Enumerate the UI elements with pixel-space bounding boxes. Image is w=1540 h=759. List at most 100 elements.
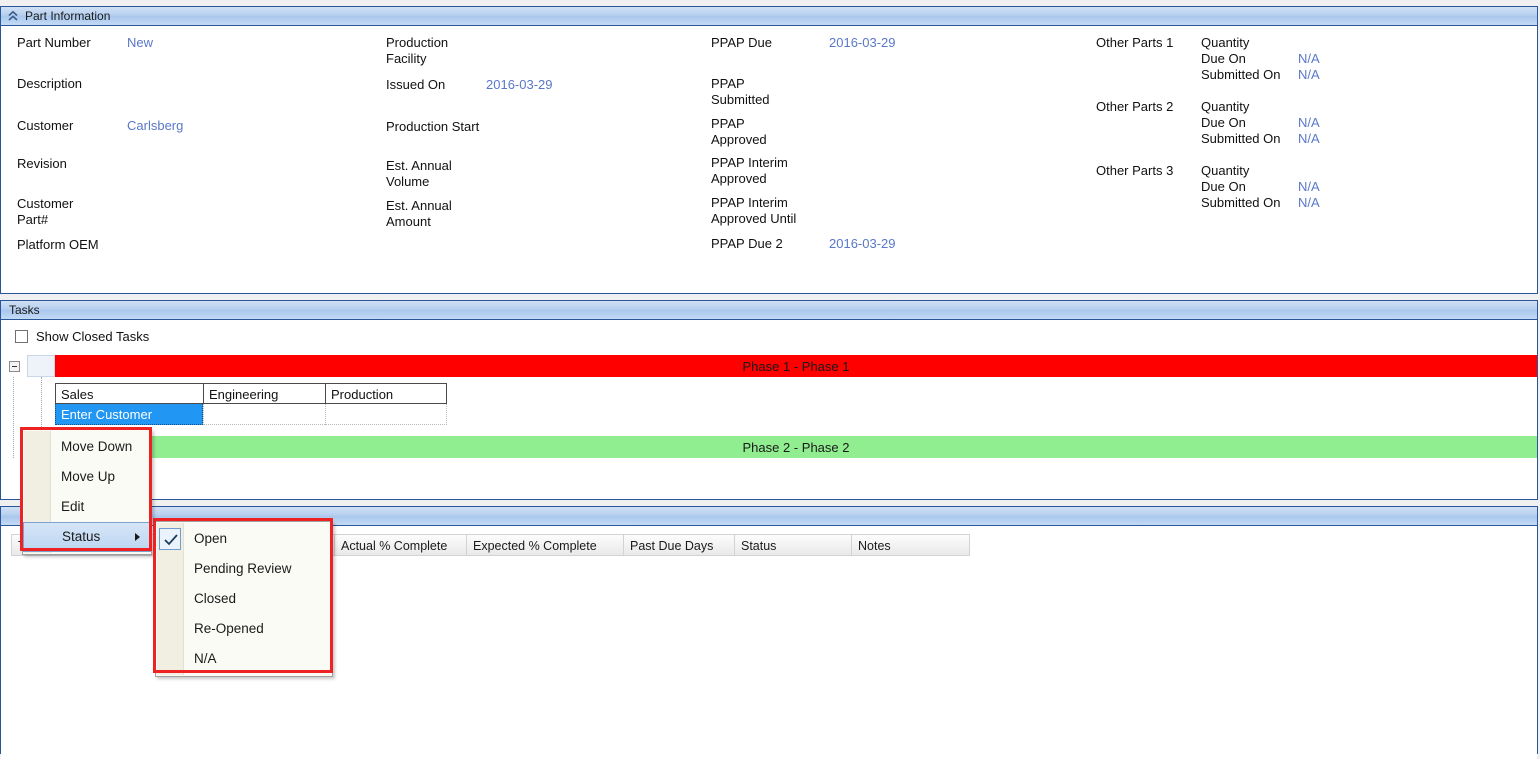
field-label: PPAP Due 2: [711, 236, 783, 251]
row-value[interactable]: N/A: [1298, 115, 1320, 131]
field-customer-part-number: Customer Part#: [17, 196, 386, 237]
field-part-number: Part Number New: [17, 35, 386, 76]
cell-engineering-task[interactable]: [203, 404, 325, 425]
column-header-production[interactable]: Production: [325, 383, 447, 404]
field-label: Issued On: [386, 77, 446, 92]
cell-production-task[interactable]: [325, 404, 447, 425]
status-submenu-item-pending-review[interactable]: Pending Review: [156, 554, 332, 584]
field-ppap-interim-approved-until: PPAP Interim Approved Until: [711, 195, 1096, 236]
field-est-annual-amount: Est. Annual Amount: [386, 198, 711, 230]
show-closed-tasks-row[interactable]: Show Closed Tasks: [1, 320, 1537, 344]
cell-sales-task[interactable]: Enter Customer: [55, 404, 203, 425]
phase-1-row[interactable]: Phase 1 - Phase 1: [1, 355, 1537, 377]
tasks-subgrid-header-row: Sales Engineering Production: [55, 383, 447, 404]
tasks-panel: Tasks Show Closed Tasks Phase 1 - Phase …: [0, 300, 1538, 500]
part-information-header[interactable]: Part Information: [1, 7, 1537, 26]
field-revision: Revision: [17, 156, 386, 196]
other-parts-label: Other Parts 1: [1096, 35, 1174, 50]
row-value[interactable]: N/A: [1298, 179, 1320, 195]
field-label: Platform OEM: [17, 237, 99, 252]
other-parts-due-on-row: Due On N/A: [1201, 51, 1320, 67]
column-header-engineering[interactable]: Engineering: [203, 383, 325, 404]
field-label: Part Number: [17, 35, 91, 50]
field-label: PPAP Approved: [711, 116, 767, 147]
status-submenu[interactable]: Open Pending Review Closed Re-Opened N/A: [155, 521, 333, 677]
field-ppap-interim-approved: PPAP Interim Approved: [711, 155, 1096, 195]
field-description: Description: [17, 76, 386, 118]
phase-2-bar[interactable]: Phase 2 - Phase 2: [55, 436, 1537, 458]
other-parts-due-on-row: Due On N/A: [1201, 115, 1320, 131]
field-label: Description: [17, 76, 83, 91]
field-ppap-due-2: PPAP Due 2 2016-03-29: [711, 236, 1096, 252]
field-label: Production Facility: [386, 35, 449, 66]
row-value[interactable]: N/A: [1298, 67, 1320, 83]
tasks-tree: Phase 1 - Phase 1 Sales Engineering Prod…: [1, 355, 1537, 458]
field-value[interactable]: New: [127, 35, 153, 51]
field-value[interactable]: 2016-03-29: [829, 236, 896, 252]
phase-1-expander-cell[interactable]: [1, 355, 27, 377]
field-label: PPAP Interim Approved: [711, 155, 788, 186]
chevron-double-up-icon[interactable]: [7, 10, 19, 23]
field-issued-on: Issued On 2016-03-29: [386, 77, 711, 119]
status-submenu-item-na[interactable]: N/A: [156, 644, 332, 674]
context-menu-item-status[interactable]: Status: [23, 522, 151, 552]
row-value[interactable]: N/A: [1298, 51, 1320, 67]
collapse-minus-icon[interactable]: [8, 360, 20, 372]
tasks-subgrid-row[interactable]: Enter Customer: [55, 404, 447, 425]
column-header-actual-percent-complete[interactable]: Actual % Complete: [335, 534, 467, 556]
field-label: Customer Part#: [17, 196, 74, 227]
other-parts-submitted-on-row: Submitted On N/A: [1201, 131, 1320, 147]
field-est-annual-volume: Est. Annual Volume: [386, 158, 711, 198]
field-production-facility: Production Facility: [386, 35, 711, 77]
column-header-notes[interactable]: Notes: [852, 534, 970, 556]
row-label: Due On: [1201, 115, 1246, 130]
part-information-title: Part Information: [25, 9, 111, 23]
other-parts-due-on-row: Due On N/A: [1201, 179, 1320, 195]
context-menu-item-edit[interactable]: Edit: [23, 492, 151, 522]
column-header-sales[interactable]: Sales: [55, 383, 203, 404]
other-parts-group-3: Other Parts 3 Quantity Due On N/A Submit…: [1096, 163, 1516, 211]
context-menu-item-status-label: Status: [62, 529, 101, 544]
column-header-expected-percent-complete[interactable]: Expected % Complete: [467, 534, 624, 556]
field-label: Est. Annual Amount: [386, 198, 452, 229]
field-label: Est. Annual Volume: [386, 158, 452, 189]
field-value[interactable]: 2016-03-29: [486, 77, 553, 93]
check-icon: [159, 528, 181, 550]
row-value[interactable]: N/A: [1298, 131, 1320, 147]
row-label: Quantity: [1201, 163, 1250, 178]
context-menu-item-move-down[interactable]: Move Down: [23, 432, 151, 462]
phase-1-bar[interactable]: Phase 1 - Phase 1: [55, 355, 1537, 377]
show-closed-tasks-label: Show Closed Tasks: [36, 329, 150, 344]
other-parts-quantity-row: Quantity: [1201, 35, 1320, 51]
row-label: Submitted On: [1201, 67, 1281, 82]
other-parts-group-1: Other Parts 1 Quantity Due On N/A Submit…: [1096, 35, 1516, 83]
show-closed-tasks-checkbox[interactable]: [15, 330, 28, 343]
field-value[interactable]: Carlsberg: [127, 118, 183, 134]
tasks-body: Show Closed Tasks Phase 1 - Phase 1 Sale…: [1, 320, 1537, 499]
field-label: PPAP Due: [711, 35, 772, 50]
other-parts-group-2: Other Parts 2 Quantity Due On N/A Submit…: [1096, 99, 1516, 147]
field-platform-oem: Platform OEM: [17, 237, 386, 253]
task-context-menu[interactable]: Move Down Move Up Edit Status: [22, 429, 152, 555]
context-menu-item-move-up[interactable]: Move Up: [23, 462, 151, 492]
tasks-subgrid: Sales Engineering Production Enter Custo…: [55, 383, 447, 425]
column-header-past-due-days[interactable]: Past Due Days: [624, 534, 735, 556]
status-submenu-item-re-opened[interactable]: Re-Opened: [156, 614, 332, 644]
column-header-status[interactable]: Status: [735, 534, 852, 556]
row-label: Submitted On: [1201, 195, 1281, 210]
row-label: Due On: [1201, 179, 1246, 194]
tasks-title: Tasks: [9, 303, 40, 317]
phase-1-indent-cell: [27, 355, 55, 377]
status-submenu-item-label: N/A: [194, 651, 217, 666]
field-label: Production Start: [386, 119, 480, 134]
field-customer: Customer Carlsberg: [17, 118, 386, 156]
other-parts-submitted-on-row: Submitted On N/A: [1201, 195, 1320, 211]
row-label: Quantity: [1201, 35, 1250, 50]
other-parts-quantity-row: Quantity: [1201, 99, 1320, 115]
status-submenu-item-closed[interactable]: Closed: [156, 584, 332, 614]
row-value[interactable]: N/A: [1298, 195, 1320, 211]
phase-2-row[interactable]: Phase 2 - Phase 2: [1, 436, 1537, 458]
field-value[interactable]: 2016-03-29: [829, 35, 896, 51]
status-submenu-item-open[interactable]: Open: [156, 524, 332, 554]
field-label: PPAP Interim Approved Until: [711, 195, 797, 226]
